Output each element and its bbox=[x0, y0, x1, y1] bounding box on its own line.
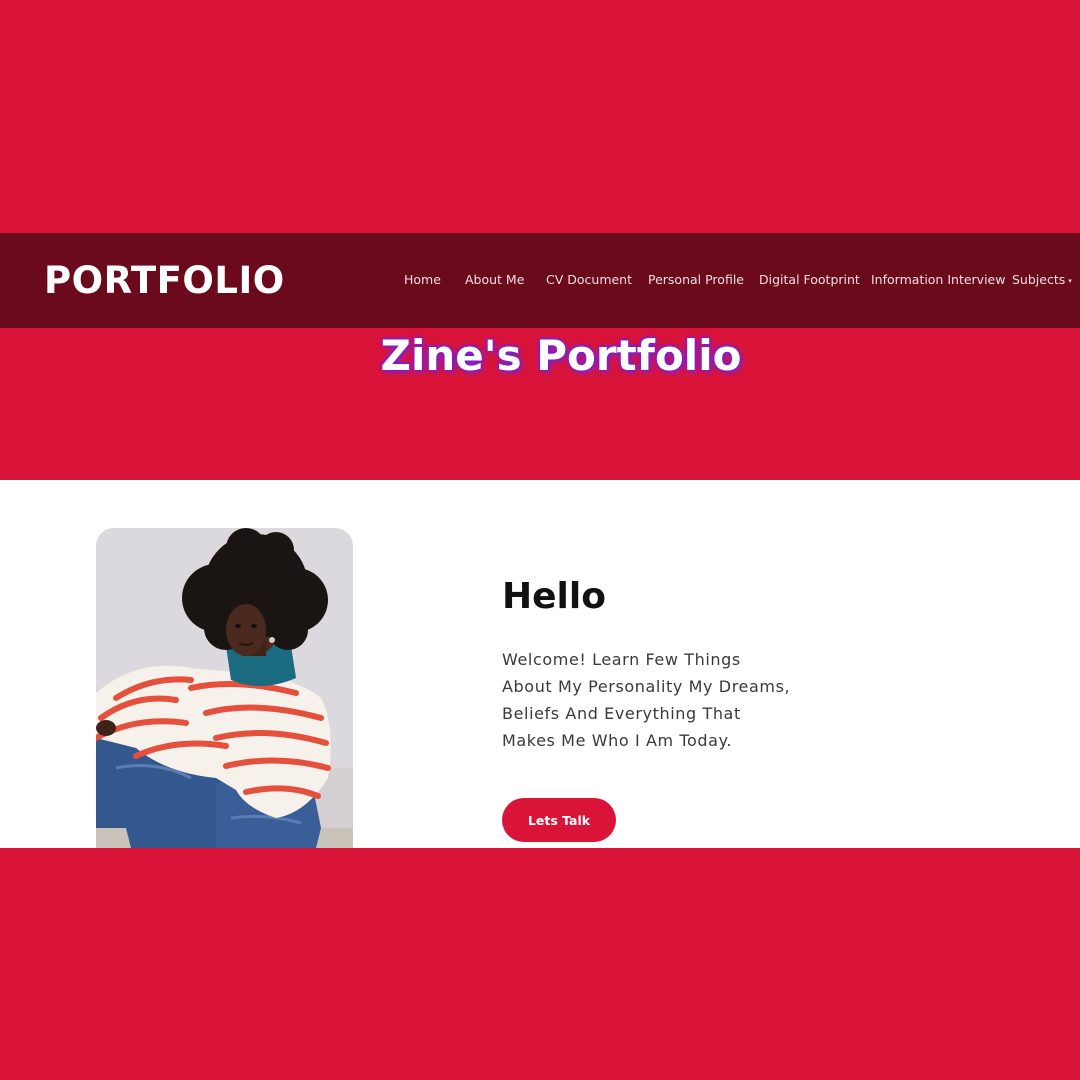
hero-title: Zine's Portfolio bbox=[380, 331, 742, 380]
nav-item-subjects-label: Subjects bbox=[1012, 272, 1066, 287]
lets-talk-button[interactable]: Lets Talk bbox=[502, 798, 616, 842]
nav-item-personal-profile[interactable]: Personal Profile bbox=[648, 272, 744, 287]
nav-item-subjects[interactable]: Subjects ▾ bbox=[1012, 272, 1072, 287]
profile-photo bbox=[96, 528, 353, 848]
intro-text-line: Welcome! Learn Few Things bbox=[502, 650, 741, 669]
nav-item-about-me[interactable]: About Me bbox=[465, 272, 524, 287]
intro-section: Hello Welcome! Learn Few Things About My… bbox=[0, 480, 1080, 848]
nav-item-home[interactable]: Home bbox=[404, 272, 441, 287]
intro-text-line: Makes Me Who I Am Today. bbox=[502, 731, 733, 750]
intro-text-line: About My Personality My Dreams, bbox=[502, 677, 791, 696]
top-navbar: PORTFOLIO Home About Me CV Document Pers… bbox=[0, 233, 1080, 328]
nav-item-cv-document[interactable]: CV Document bbox=[546, 272, 632, 287]
intro-heading: Hello bbox=[502, 576, 606, 617]
intro-text: Welcome! Learn Few Things About My Perso… bbox=[502, 646, 822, 754]
chevron-down-icon: ▾ bbox=[1068, 276, 1072, 285]
intro-text-line: Beliefs And Everything That bbox=[502, 704, 741, 723]
nav-item-information-interview[interactable]: Information Interview bbox=[871, 272, 1005, 287]
nav-item-digital-footprint[interactable]: Digital Footprint bbox=[759, 272, 860, 287]
site-brand[interactable]: PORTFOLIO bbox=[44, 259, 285, 302]
